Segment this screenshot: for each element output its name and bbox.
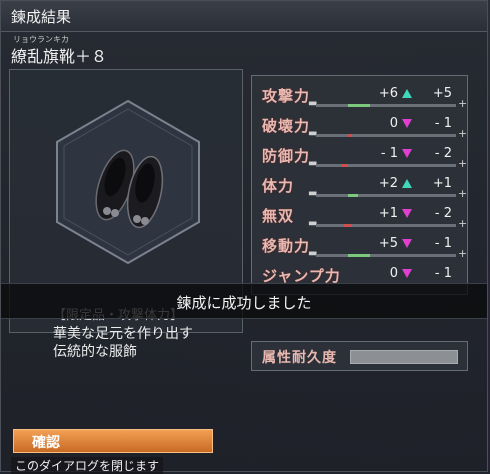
plus-icon: + [458, 127, 468, 140]
stat-bar [316, 104, 456, 107]
item-name: 繚乱旗靴＋８ [11, 47, 108, 66]
plus-icon: + [458, 157, 468, 170]
stat-before: +1 [378, 206, 398, 221]
stat-after: - 2 [434, 206, 452, 221]
confirm-button[interactable]: 確認 [13, 429, 213, 453]
item-hexagon-frame [56, 99, 200, 265]
plus-icon: + [458, 247, 468, 260]
stat-label: 移動力 [262, 237, 311, 255]
dialog-title: 鍊成結果 [11, 8, 72, 26]
stat-label: 体力 [262, 177, 295, 195]
stat-before: 0 [389, 266, 398, 281]
stat-bar [316, 134, 456, 137]
stat-bar [316, 224, 456, 227]
stat-row-attack: 攻撃力 +6 +5 ▬ + [260, 84, 468, 111]
hint-text: このダイアログを閉じます [11, 457, 164, 474]
stat-after: - 1 [434, 236, 452, 251]
stat-bar [316, 254, 456, 257]
stat-label: 無双 [262, 207, 295, 225]
down-arrow-icon [402, 239, 412, 248]
dialog-title-bar: 鍊成結果 [1, 1, 487, 32]
stat-before: - 1 [380, 146, 398, 161]
stat-bar [316, 194, 456, 197]
down-arrow-icon [402, 149, 412, 158]
down-arrow-icon [402, 269, 412, 278]
stat-after: - 2 [434, 146, 452, 161]
stat-label: 防御力 [262, 147, 311, 165]
confirm-label: 確認 [32, 435, 60, 451]
stat-row-defense: 防御力 - 1 - 2 ▬ + [260, 144, 468, 171]
item-description-line1: 華美な足元を作り出す [53, 326, 193, 342]
stat-label: 攻撃力 [262, 87, 311, 105]
stat-row-destruction: 破壊力 0 - 1 ▬ + [260, 114, 468, 141]
stat-after: - 1 [434, 266, 452, 281]
plus-icon: + [458, 217, 468, 230]
stat-before: +2 [378, 176, 398, 191]
up-arrow-icon [402, 179, 412, 188]
stat-after: +5 [432, 86, 452, 101]
stat-before: +6 [378, 86, 398, 101]
toast-message: 鍊成に成功しました [176, 294, 312, 312]
stat-row-musou: 無双 +1 - 2 ▬ + [260, 204, 468, 231]
durability-label: 属性耐久度 [262, 350, 337, 366]
down-arrow-icon [402, 119, 412, 128]
stat-row-movement: 移動力 +5 - 1 ▬ + [260, 234, 468, 261]
stat-row-health: 体力 +2 +1 ▬ + [260, 174, 468, 201]
up-arrow-icon [402, 89, 412, 98]
stat-after: - 1 [434, 116, 452, 131]
stat-before: 0 [389, 116, 398, 131]
stat-label: 破壊力 [262, 117, 311, 135]
success-toast: 鍊成に成功しました [1, 283, 487, 319]
durability-bar [350, 350, 458, 364]
plus-icon: + [458, 187, 468, 200]
item-description-line2: 伝統的な服飾 [53, 344, 137, 360]
result-dialog: 鍊成結果 リョウランキカ 繚乱旗靴＋８ 【限定品・攻撃体力】 華美な足元を作り出… [0, 0, 488, 474]
durability-panel: 属性耐久度 [251, 341, 468, 371]
stats-panel: 攻撃力 +6 +5 ▬ + 破壊力 0 - 1 ▬ + 防御力 - 1 - 2 … [251, 75, 468, 295]
down-arrow-icon [402, 209, 412, 218]
plus-icon: + [458, 97, 468, 110]
stat-bar [316, 164, 456, 167]
stat-before: +5 [378, 236, 398, 251]
stat-after: +1 [432, 176, 452, 191]
